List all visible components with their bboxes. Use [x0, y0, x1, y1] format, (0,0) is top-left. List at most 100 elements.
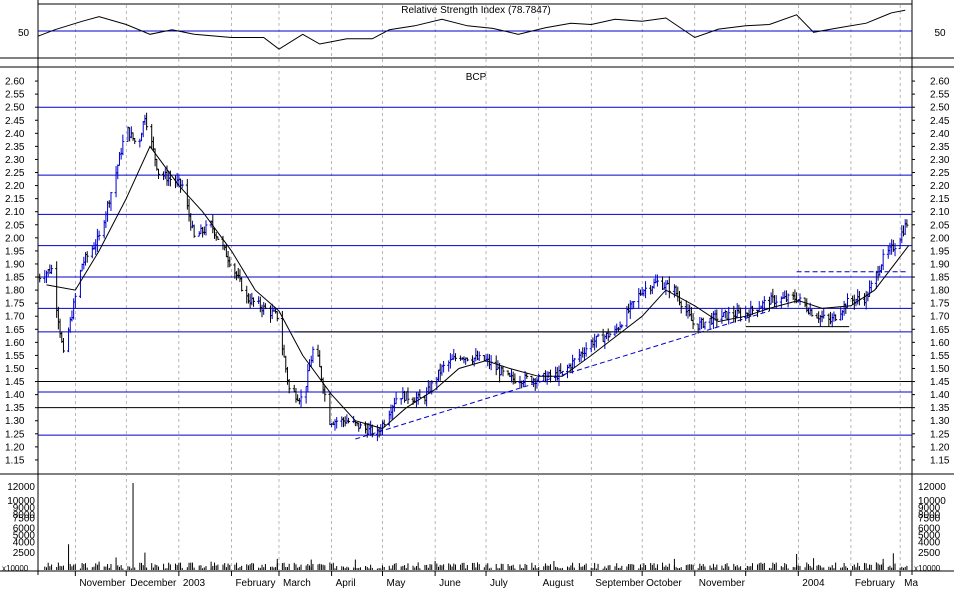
price-bar: [109, 191, 113, 211]
price-tick-left: 2.30: [5, 155, 25, 166]
price-tick-left: 1.50: [5, 364, 25, 375]
price-bar: [330, 422, 334, 428]
x-tick-label: July: [490, 578, 508, 589]
price-tick-right: 2.30: [930, 155, 950, 166]
price-bar: [501, 365, 505, 377]
x-tick-label: 2004: [802, 578, 825, 589]
price-tick-right: 1.95: [930, 246, 950, 257]
price-bar: [425, 387, 429, 407]
price-bar: [661, 276, 665, 291]
price-tick-left: 1.95: [5, 246, 25, 257]
price-bar: [377, 427, 381, 438]
price-bar: [620, 324, 624, 329]
price-bar: [304, 385, 308, 404]
price-bar: [898, 237, 902, 250]
price-bar: [582, 347, 586, 361]
price-bar: [649, 284, 653, 295]
price-bar: [691, 313, 695, 330]
price-bar: [156, 168, 160, 180]
price-bar: [857, 291, 861, 306]
price-bar: [448, 353, 452, 369]
price-bar: [715, 309, 719, 328]
price-bar: [533, 378, 537, 391]
price-bar: [323, 385, 327, 402]
volume-unit-left: x10000: [2, 564, 29, 573]
price-bar: [82, 256, 86, 270]
price-tick-right: 1.70: [930, 312, 950, 323]
x-tick-label: August: [543, 578, 574, 589]
volume-tick-right: 2500: [918, 548, 941, 559]
price-bar: [723, 309, 727, 319]
price-bar: [189, 213, 193, 231]
price-bar: [335, 417, 339, 429]
price-bar: [316, 344, 320, 357]
price-tick-left: 2.50: [5, 103, 25, 114]
price-bar: [521, 379, 525, 387]
price-bar: [494, 355, 498, 376]
price-bar: [202, 226, 206, 235]
price-bar: [869, 280, 873, 293]
price-bar: [829, 311, 833, 325]
price-bar: [90, 245, 94, 259]
x-tick-label: September: [595, 578, 645, 589]
price-bar: [145, 112, 149, 131]
price-bar: [258, 296, 262, 313]
price-bar: [613, 325, 617, 337]
chart-canvas: Relative Strength Index (78.7847) 50 50 …: [0, 0, 954, 589]
x-tick-label: November: [79, 578, 126, 589]
price-bar: [114, 166, 118, 198]
price-bar: [689, 306, 693, 321]
price-bar: [903, 219, 907, 236]
trendline: [355, 310, 770, 440]
price-bar: [341, 417, 345, 428]
price-tick-right: 2.60: [930, 77, 950, 88]
price-tick-right: 1.90: [930, 259, 950, 270]
price-tick-right: 1.50: [930, 364, 950, 375]
price-bar: [252, 297, 256, 307]
price-tick-right: 2.00: [930, 233, 950, 244]
price-bar: [822, 307, 826, 319]
rsi-line: [37, 9, 906, 50]
x-tick-label: February: [855, 578, 895, 589]
price-panel: BCP 1.15 1.15 1.20 1.20 1.25 1.25 1.30 1.30 1.35…: [5, 72, 950, 466]
price-tick-right: 2.45: [930, 116, 950, 127]
price-bar: [106, 200, 110, 222]
price-bar: [511, 371, 515, 385]
price-bar: [67, 327, 71, 353]
price-bar: [686, 303, 690, 319]
price-tick-right: 2.15: [930, 194, 950, 205]
price-bar: [226, 250, 230, 268]
price-bar: [250, 292, 254, 306]
price-bar: [606, 328, 610, 342]
price-bar: [637, 288, 641, 309]
price-tick-left: 2.10: [5, 207, 25, 218]
price-tick-left: 2.00: [5, 233, 25, 244]
price-bar: [245, 285, 249, 304]
volume-unit-right: x10000: [914, 564, 941, 573]
price-bar: [248, 293, 252, 308]
price-bar: [61, 338, 65, 353]
price-bar: [584, 342, 588, 357]
volume-tick-right: 10000: [918, 496, 946, 507]
price-bar: [757, 301, 761, 312]
price-bar: [437, 369, 441, 382]
price-tick-left: 1.85: [5, 273, 25, 284]
volume-tick-left: 2500: [13, 548, 36, 559]
price-bar: [827, 313, 831, 328]
price-bar: [70, 310, 74, 322]
price-tick-left: 2.40: [5, 129, 25, 140]
price-bar: [459, 355, 463, 361]
price-bar: [55, 261, 59, 318]
volume-tick-left: 10000: [7, 496, 35, 507]
price-bar: [596, 333, 600, 338]
price-bar: [628, 300, 632, 319]
price-bar: [442, 360, 446, 373]
price-bar: [180, 179, 184, 189]
x-tick-label: November: [699, 578, 746, 589]
price-bar: [572, 358, 576, 368]
price-title: BCP: [466, 72, 487, 83]
price-bar: [890, 239, 894, 255]
panel-frames: [0, 0, 954, 575]
moving-average-line: [46, 145, 909, 430]
price-bar: [394, 392, 398, 405]
